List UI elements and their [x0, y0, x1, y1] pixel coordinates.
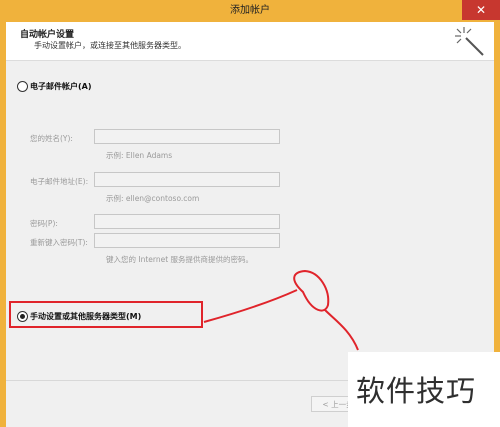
email-hint: 示例: ellen@contoso.com [106, 194, 200, 203]
retype-password-label: 重新键入密码(T): [30, 238, 88, 247]
window-title: 添加帐户 [230, 5, 270, 16]
password-field[interactable] [94, 214, 280, 229]
retype-password-field[interactable] [94, 233, 280, 248]
name-field[interactable] [94, 129, 280, 144]
name-label: 您的姓名(Y): [30, 134, 73, 143]
header-subtitle: 手动设置帐户，或连接至其他服务器类型。 [34, 41, 186, 50]
header-panel: 自动帐户设置 手动设置帐户，或连接至其他服务器类型。 [6, 22, 494, 61]
name-hint: 示例: Ellen Adams [106, 151, 173, 160]
password-hint: 键入您的 Internet 服务提供商提供的密码。 [106, 255, 254, 264]
email-field[interactable] [94, 172, 280, 187]
password-label: 密码(P): [30, 219, 58, 228]
email-account-radio[interactable] [17, 81, 28, 92]
email-label: 电子邮件地址(E): [30, 177, 89, 186]
manual-setup-radio[interactable] [17, 311, 28, 322]
close-button[interactable]: ✕ [462, 0, 500, 20]
header-title: 自动帐户设置 [20, 30, 75, 40]
window-border-left [0, 22, 6, 427]
magic-wand-icon [455, 27, 484, 56]
manual-setup-label[interactable]: 手动设置或其他服务器类型(M) [30, 311, 141, 322]
watermark-text: 软件技巧 [356, 374, 477, 408]
email-account-label[interactable]: 电子邮件帐户(A) [30, 81, 92, 92]
